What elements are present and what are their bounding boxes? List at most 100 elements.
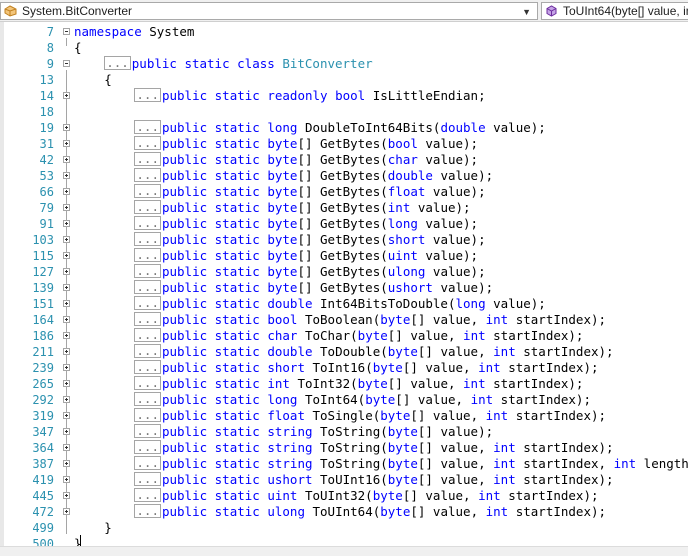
expand-outline-icon[interactable] [63, 268, 70, 275]
collapsed-region-marker[interactable]: ... [134, 488, 161, 502]
line-number: 211 [32, 345, 54, 359]
expand-outline-icon[interactable] [63, 332, 70, 339]
code-line[interactable]: 91 ... public static byte[] GetBytes(long … [0, 216, 688, 232]
collapsed-region-marker[interactable]: ... [134, 344, 161, 358]
keyword-token: int [463, 328, 486, 343]
expand-outline-icon[interactable] [63, 476, 70, 483]
collapsed-region-marker[interactable]: ... [134, 376, 161, 390]
collapsed-region-marker[interactable]: ... [134, 360, 161, 374]
expand-outline-icon[interactable] [63, 124, 70, 131]
collapsed-region-marker[interactable]: ... [134, 504, 161, 518]
code-line[interactable]: 31 ... public static byte[] GetBytes(bool … [0, 136, 688, 152]
collapsed-region-marker[interactable]: ... [134, 200, 161, 214]
expand-outline-icon[interactable] [63, 412, 70, 419]
expand-outline-icon[interactable] [63, 156, 70, 163]
collapsed-region-marker[interactable]: ... [134, 296, 161, 310]
code-line[interactable]: 445... public static uint ToUInt32(byte[]… [0, 488, 688, 504]
expand-outline-icon[interactable] [63, 204, 70, 211]
collapsed-region-marker[interactable]: ... [134, 424, 161, 438]
expand-outline-icon[interactable] [63, 220, 70, 227]
code-token: [] value, [387, 328, 464, 343]
collapsed-region-marker[interactable]: ... [134, 456, 161, 470]
keyword-token: double [440, 120, 486, 135]
code-line[interactable]: 472... public static ulong ToUInt64(byte[… [0, 504, 688, 520]
collapsed-region-marker[interactable]: ... [134, 392, 161, 406]
code-editor[interactable]: 7 namespace System 8{9... public static cla… [0, 22, 688, 555]
code-line[interactable]: 53... public static byte[] GetBytes(doubl… [0, 168, 688, 184]
code-line[interactable]: 319... public static float ToSingle(byte[… [0, 408, 688, 424]
expand-outline-icon[interactable] [63, 492, 70, 499]
collapsed-region-marker[interactable]: ... [134, 312, 161, 326]
code-line[interactable]: 364... public static string ToString(byte… [0, 440, 688, 456]
code-line[interactable]: 8{ [0, 40, 688, 56]
expand-outline-icon[interactable] [63, 444, 70, 451]
keyword-token: byte [267, 280, 298, 295]
code-line[interactable]: 151... public static double Int64BitsToDo… [0, 296, 688, 312]
type-dropdown[interactable]: System.BitConverter ▼ [0, 2, 538, 20]
expand-outline-icon[interactable] [63, 252, 70, 259]
code-token: value); [425, 232, 486, 247]
collapsed-region-marker[interactable]: ... [134, 88, 161, 102]
code-line[interactable]: 419... public static ushort ToUInt16(byte… [0, 472, 688, 488]
collapse-outline-icon[interactable] [63, 28, 70, 35]
code-line[interactable]: 19... public static long DoubleToInt64Bit… [0, 120, 688, 136]
collapsed-region-marker[interactable]: ... [134, 408, 161, 422]
member-dropdown[interactable]: ToUInt64(byte[] value, int startIndex) [541, 2, 688, 20]
expand-outline-icon[interactable] [63, 300, 70, 307]
expand-outline-icon[interactable] [63, 380, 70, 387]
code-line[interactable]: 211... public static double ToDouble(byte… [0, 344, 688, 360]
collapsed-region-marker[interactable]: ... [134, 232, 161, 246]
code-line[interactable]: 239... public static short ToInt16(byte[]… [0, 360, 688, 376]
expand-outline-icon[interactable] [63, 140, 70, 147]
collapsed-region-marker[interactable]: ... [134, 184, 161, 198]
code-line[interactable]: 14... public static readonly bool IsLittl… [0, 88, 688, 104]
expand-outline-icon[interactable] [63, 460, 70, 467]
collapsed-region-marker[interactable]: ... [134, 152, 161, 166]
collapsed-region-marker[interactable]: ... [134, 248, 161, 262]
code-line[interactable]: 9... public static class BitConverter [0, 56, 688, 72]
expand-outline-icon[interactable] [63, 316, 70, 323]
code-line[interactable]: 292... public static long ToInt64(byte[] … [0, 392, 688, 408]
expand-outline-icon[interactable] [63, 284, 70, 291]
expand-outline-icon[interactable] [63, 92, 70, 99]
collapsed-region-marker[interactable]: ... [134, 328, 161, 342]
expand-outline-icon[interactable] [63, 236, 70, 243]
code-line[interactable]: 499} [0, 520, 688, 536]
keyword-token: public [161, 408, 208, 423]
code-line[interactable]: 103... public static byte[] GetBytes(shor… [0, 232, 688, 248]
collapsed-region-marker[interactable]: ... [134, 216, 161, 230]
code-line[interactable]: 186... public static char ToChar(byte[] v… [0, 328, 688, 344]
collapsed-region-marker[interactable]: ... [104, 56, 131, 70]
collapsed-region-marker[interactable]: ... [134, 280, 161, 294]
code-token: value); [417, 248, 479, 263]
expand-outline-icon[interactable] [63, 508, 70, 515]
code-line[interactable]: 164... public static bool ToBoolean(byte[… [0, 312, 688, 328]
collapsed-region-marker[interactable]: ... [134, 472, 161, 486]
code-line[interactable]: 7 namespace System [0, 24, 688, 40]
code-line[interactable]: 18 [0, 104, 688, 120]
expand-outline-icon[interactable] [63, 348, 70, 355]
collapsed-region-marker[interactable]: ... [134, 440, 161, 454]
expand-outline-icon[interactable] [63, 364, 70, 371]
code-line[interactable]: 79... public static byte[] GetBytes(int v… [0, 200, 688, 216]
code-line[interactable]: 139... public static byte[] GetBytes(usho… [0, 280, 688, 296]
code-line[interactable]: 66... public static byte[] GetBytes(float… [0, 184, 688, 200]
code-line[interactable]: 387... public static string ToString(byte… [0, 456, 688, 472]
collapsed-region-marker[interactable]: ... [134, 120, 161, 134]
collapsed-region-marker[interactable]: ... [134, 136, 161, 150]
collapse-outline-icon[interactable] [63, 60, 70, 67]
collapsed-region-marker[interactable]: ... [134, 264, 161, 278]
expand-outline-icon[interactable] [63, 396, 70, 403]
code-line[interactable]: 347... public static string ToString(byte… [0, 424, 688, 440]
expand-outline-icon[interactable] [63, 428, 70, 435]
expand-outline-icon[interactable] [63, 172, 70, 179]
code-line[interactable]: 115... public static byte[] GetBytes(uint… [0, 248, 688, 264]
code-line[interactable]: 265... public static int ToInt32(byte[] v… [0, 376, 688, 392]
keyword-token: double [387, 168, 433, 183]
code-line[interactable]: 127... public static byte[] GetBytes(ulon… [0, 264, 688, 280]
code-line[interactable]: 13 { [0, 72, 688, 88]
collapsed-region-marker[interactable]: ... [134, 168, 161, 182]
code-line[interactable]: 42 ... public static byte[] GetBytes(char … [0, 152, 688, 168]
expand-outline-icon[interactable] [63, 188, 70, 195]
